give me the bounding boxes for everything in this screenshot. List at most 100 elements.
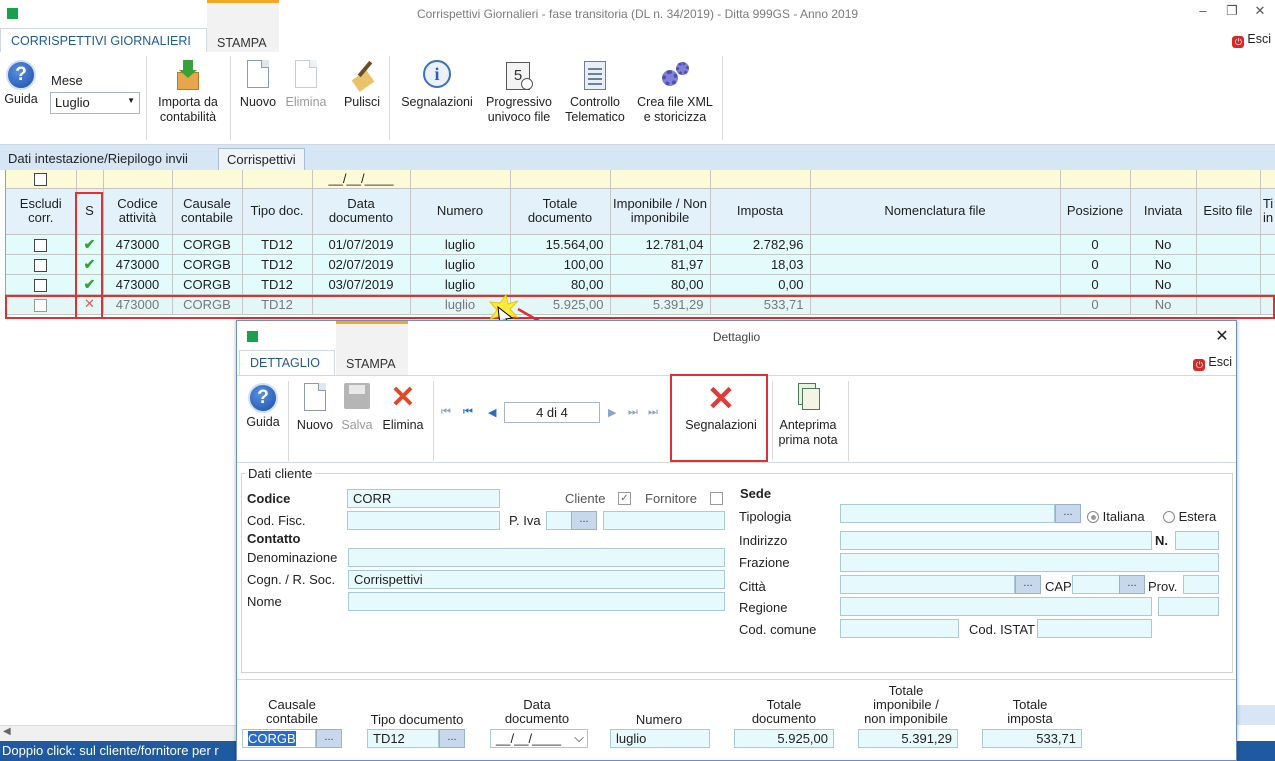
close-icon[interactable]: ✕ bbox=[1250, 3, 1270, 21]
codfisc-field[interactable] bbox=[347, 511, 500, 530]
citta-label: Città bbox=[739, 579, 766, 594]
prev-page-icon[interactable]: ⏮ bbox=[463, 406, 473, 419]
header-imposta[interactable]: Imposta bbox=[710, 188, 811, 235]
header-imponibile[interactable]: Imponibile / Non imponibile bbox=[610, 188, 711, 235]
tab-corrispettivi[interactable]: Corrispettivi bbox=[218, 148, 305, 170]
dialog-guida-button[interactable]: ? Guida bbox=[243, 383, 283, 430]
header-escludi[interactable]: Escludi corr. bbox=[6, 188, 77, 235]
prev-record-icon[interactable]: ◀ bbox=[488, 406, 496, 419]
scroll-left-icon[interactable]: ◀ bbox=[3, 726, 11, 737]
dialog-esci-button[interactable]: ⏻ Esci bbox=[1193, 355, 1232, 371]
header-tipo-doc[interactable]: Tipo doc. bbox=[242, 188, 313, 235]
pulisci-button[interactable]: Pulisci bbox=[339, 60, 385, 110]
header-totale-documento[interactable]: Totale documento bbox=[510, 188, 611, 235]
cod-istat-field[interactable] bbox=[1037, 619, 1152, 638]
codice-field[interactable]: CORR bbox=[347, 489, 500, 508]
main-tab-row: CORRISPETTIVI GIORNALIERI STAMPA ⏻ Esci bbox=[0, 0, 1275, 52]
numero-field[interactable]: luglio bbox=[610, 729, 710, 748]
piva-country-field[interactable] bbox=[546, 511, 572, 530]
numero-civico-field[interactable] bbox=[1175, 531, 1219, 550]
elimina-button[interactable]: Elimina bbox=[282, 60, 330, 110]
nome-field[interactable] bbox=[348, 592, 725, 611]
header-codice-attivita[interactable]: Codice attività bbox=[103, 188, 173, 235]
cap-lookup-button[interactable]: ... bbox=[1119, 575, 1145, 594]
tab-corrispettivi-giornalieri[interactable]: CORRISPETTIVI GIORNALIERI bbox=[0, 28, 207, 52]
importa-contabilita-button[interactable]: Importa da contabilità bbox=[150, 60, 226, 125]
tipo-lookup-button[interactable]: ... bbox=[439, 729, 465, 748]
crea-file-xml-button[interactable]: Crea file XML e storicizza bbox=[632, 60, 718, 125]
data-documento-field[interactable]: __/__/____ ⌵ bbox=[490, 729, 588, 748]
header-extra[interactable]: Ti in bbox=[1260, 188, 1275, 235]
fornitore-checkbox[interactable] bbox=[710, 492, 723, 505]
prov-field[interactable] bbox=[1183, 575, 1219, 594]
denominazione-field[interactable] bbox=[348, 548, 725, 567]
totale-imponibile-field[interactable]: 5.391,29 bbox=[858, 729, 958, 748]
dialog-tab-stampa[interactable]: STAMPA bbox=[336, 321, 408, 375]
estera-radio[interactable]: Estera bbox=[1163, 509, 1216, 524]
exclude-checkbox[interactable] bbox=[34, 238, 48, 252]
table-row[interactable]: ✔ 473000 CORGB TD12 01/07/2019 luglio 15.564,0… bbox=[6, 234, 1275, 255]
frazione-field[interactable] bbox=[840, 553, 1219, 572]
next-page-icon[interactable]: ⏭ bbox=[628, 406, 638, 419]
totale-documento-field[interactable]: 5.925,00 bbox=[734, 729, 834, 748]
piva-lookup-button[interactable]: ... bbox=[571, 511, 597, 530]
citta-field[interactable] bbox=[840, 575, 1015, 594]
controllo-telematico-button[interactable]: Controllo Telematico bbox=[560, 60, 630, 125]
header-numero[interactable]: Numero bbox=[410, 188, 511, 235]
segnalazioni-button[interactable]: i Segnalazioni bbox=[394, 60, 480, 110]
anteprima-prima-nota-button[interactable]: Anteprima prima nota bbox=[773, 383, 843, 448]
filter-checkbox[interactable] bbox=[34, 173, 48, 187]
cliente-checkbox[interactable]: ✓ bbox=[618, 492, 631, 505]
dialog-nuovo-button[interactable]: Nuovo bbox=[293, 383, 337, 433]
esci-button[interactable]: ⏻ Esci bbox=[1232, 32, 1271, 48]
causale-field[interactable]: CORGB bbox=[242, 729, 316, 748]
header-nomenclatura[interactable]: Nomenclatura file bbox=[810, 188, 1061, 235]
exclude-checkbox[interactable] bbox=[34, 258, 48, 272]
dialog-close-icon[interactable]: ✕ bbox=[1212, 326, 1232, 345]
table-row[interactable]: ✔ 473000 CORGB TD12 03/07/2019 luglio 80,00 80,… bbox=[6, 274, 1275, 295]
restore-icon[interactable]: ❐ bbox=[1222, 3, 1242, 21]
tipologia-lookup-button[interactable]: ... bbox=[1055, 504, 1081, 523]
chevron-down-icon[interactable]: ⌵ bbox=[574, 730, 584, 746]
mese-select[interactable]: Luglio ▼ bbox=[50, 92, 140, 114]
guida-button[interactable]: ? Guida bbox=[2, 60, 40, 107]
italiana-radio[interactable]: Italiana bbox=[1087, 509, 1145, 524]
header-inviata[interactable]: Inviata bbox=[1130, 188, 1197, 235]
filter-exclude-cell[interactable] bbox=[6, 170, 77, 189]
regione-field[interactable] bbox=[840, 597, 1152, 616]
citta-lookup-button[interactable]: ... bbox=[1015, 575, 1041, 594]
nuovo-button[interactable]: Nuovo bbox=[236, 60, 280, 110]
dati-cliente-title: Dati cliente bbox=[245, 466, 316, 481]
cognome-field[interactable]: Corrispettivi bbox=[348, 570, 725, 589]
exclude-checkbox[interactable] bbox=[34, 278, 48, 292]
cap-field[interactable] bbox=[1072, 575, 1120, 594]
tipo-documento-field[interactable]: TD12 bbox=[367, 729, 439, 748]
tipologia-field[interactable] bbox=[840, 504, 1055, 523]
record-position-field[interactable]: 4 di 4 bbox=[504, 402, 600, 423]
header-data-documento[interactable]: Data documento bbox=[312, 188, 411, 235]
progressivo-univoco-button[interactable]: 5 Progressivo univoco file bbox=[480, 60, 558, 125]
next-record-icon[interactable]: ▶ bbox=[608, 406, 616, 419]
piva-field[interactable] bbox=[603, 511, 725, 530]
horizontal-scrollbar[interactable]: ◀ bbox=[0, 725, 237, 741]
tab-stampa[interactable]: STAMPA bbox=[207, 0, 279, 52]
filter-date[interactable]: __/__/____ bbox=[312, 170, 411, 189]
exclude-cell bbox=[6, 274, 77, 295]
dialog-salva-button[interactable]: Salva bbox=[337, 383, 377, 433]
indirizzo-field[interactable] bbox=[840, 531, 1152, 550]
first-record-icon[interactable]: ⏮ bbox=[441, 406, 451, 419]
dialog-tab-dettaglio[interactable]: DETTAGLIO bbox=[239, 350, 335, 375]
minimize-icon[interactable]: – bbox=[1193, 3, 1213, 21]
regione-code-field[interactable] bbox=[1158, 597, 1219, 616]
header-esito-file[interactable]: Esito file bbox=[1196, 188, 1261, 235]
cod-comune-field[interactable] bbox=[840, 619, 959, 638]
codice-label: Codice bbox=[247, 491, 291, 506]
last-record-icon[interactable]: ⏭ bbox=[648, 406, 658, 419]
tab-dati-intestazione[interactable]: Dati intestazione/Riepilogo invii bbox=[0, 148, 196, 170]
dialog-elimina-button[interactable]: ✕ Elimina bbox=[379, 383, 427, 433]
totale-imposta-field[interactable]: 533,71 bbox=[982, 729, 1082, 748]
causale-lookup-button[interactable]: ... bbox=[316, 729, 342, 748]
header-posizione[interactable]: Posizione bbox=[1060, 188, 1131, 235]
table-row[interactable]: ✔ 473000 CORGB TD12 02/07/2019 luglio 100,00 81… bbox=[6, 254, 1275, 275]
header-causale[interactable]: Causale contabile bbox=[172, 188, 243, 235]
